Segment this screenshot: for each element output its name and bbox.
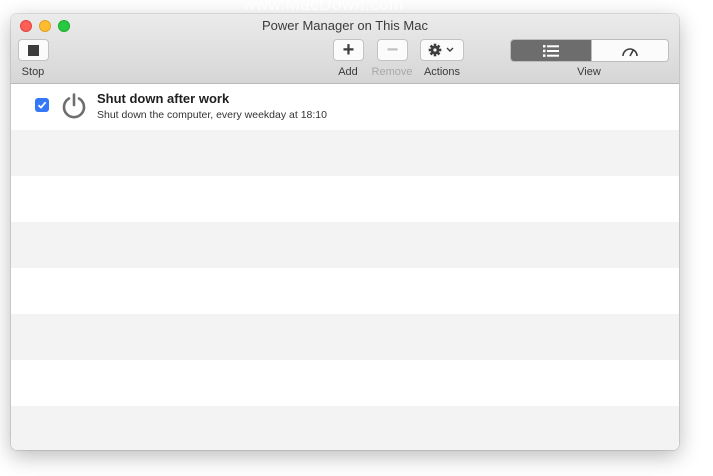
stop-button[interactable] — [18, 39, 49, 61]
checkmark-icon — [37, 101, 47, 109]
empty-row — [11, 360, 679, 406]
window-title: Power Manager on This Mac — [262, 18, 428, 33]
stop-icon — [28, 44, 39, 56]
view-gauge-segment[interactable] — [591, 40, 668, 61]
watermark: www.MacDown.com — [243, 0, 404, 14]
empty-row — [11, 176, 679, 222]
view-label: View — [577, 66, 601, 78]
plus-icon: + — [342, 39, 355, 61]
event-enabled-checkbox[interactable] — [35, 98, 49, 112]
event-row[interactable]: Shut down after work Shut down the compu… — [11, 84, 679, 130]
stop-label: Stop — [21, 66, 45, 78]
view-list-segment[interactable] — [511, 40, 591, 61]
event-title: Shut down after work — [97, 91, 230, 106]
list-icon — [543, 44, 559, 57]
empty-row — [11, 222, 679, 268]
speedometer-icon — [622, 47, 638, 56]
add-label: Add — [338, 66, 358, 78]
empty-row — [11, 406, 679, 450]
power-icon — [62, 93, 86, 119]
empty-row — [11, 130, 679, 176]
minus-icon: − — [386, 39, 399, 61]
toolbar: Power Manager on This Mac Stop + Add − R… — [11, 14, 679, 84]
add-button[interactable]: + — [333, 39, 364, 61]
app-window: Power Manager on This Mac Stop + Add − R… — [11, 14, 679, 450]
event-list: Shut down after work Shut down the compu… — [11, 84, 679, 450]
remove-label: Remove — [371, 66, 413, 78]
gear-icon — [428, 43, 454, 57]
empty-row — [11, 314, 679, 360]
empty-row — [11, 268, 679, 314]
actions-menu-button[interactable] — [420, 39, 464, 61]
view-segmented-control — [510, 39, 669, 62]
actions-label: Actions — [423, 66, 461, 78]
event-subtitle: Shut down the computer, every weekday at… — [97, 109, 327, 121]
remove-button[interactable]: − — [377, 39, 408, 61]
